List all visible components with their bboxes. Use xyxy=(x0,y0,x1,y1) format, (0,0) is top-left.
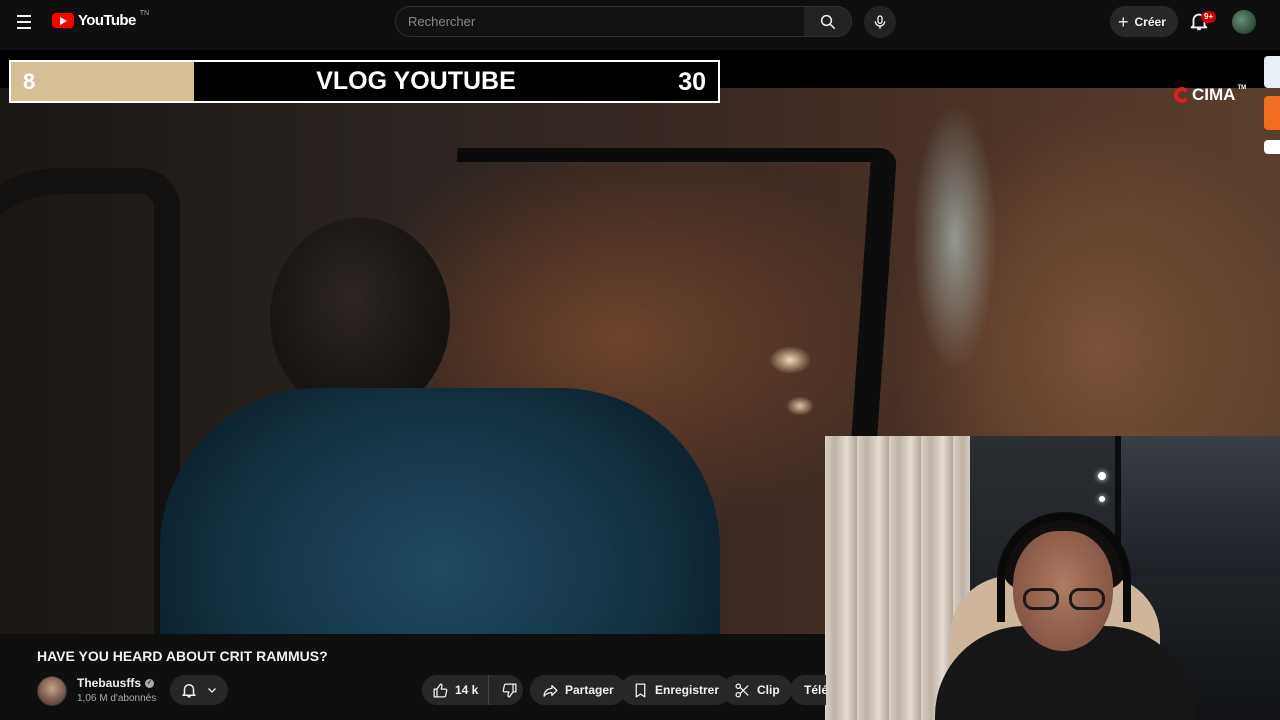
clip-label: Clip xyxy=(757,683,780,697)
bookmark-icon xyxy=(635,682,646,698)
like-count: 14 k xyxy=(455,683,479,697)
side-extension-tab[interactable] xyxy=(1264,56,1280,88)
save-button[interactable]: Enregistrer xyxy=(620,675,732,705)
logo-text: YouTube xyxy=(78,12,136,29)
thumbs-down-icon xyxy=(502,682,517,698)
cima-c-icon xyxy=(1174,87,1190,103)
search-input[interactable] xyxy=(408,14,804,29)
side-extension-tab[interactable] xyxy=(1264,140,1280,154)
webcam-overlay xyxy=(825,436,1280,720)
download-button[interactable]: Télécharger xyxy=(790,675,826,705)
top-bar: YouTube TN + Créer 9+ xyxy=(0,0,1280,44)
search-button[interactable] xyxy=(804,6,852,37)
bell-icon xyxy=(182,684,196,698)
cima-logo: CIMA TM xyxy=(1174,84,1246,106)
plus-icon: + xyxy=(1118,11,1129,32)
search-icon xyxy=(820,14,835,29)
like-button[interactable]: 14 k xyxy=(422,675,490,705)
notification-badge: 9+ xyxy=(1201,11,1217,23)
channel-avatar[interactable] xyxy=(37,676,67,706)
thumbs-up-icon xyxy=(433,682,448,698)
share-label: Partager xyxy=(565,683,614,697)
chevron-down-icon xyxy=(208,688,216,693)
subscriber-count: 1,06 M d'abonnés xyxy=(77,693,157,704)
hamburger-icon xyxy=(17,15,31,17)
channel-name: Thebausffs xyxy=(77,676,142,690)
verified-icon: ✓ xyxy=(145,678,155,688)
dislike-button[interactable] xyxy=(495,675,523,705)
youtube-logo[interactable]: YouTube TN xyxy=(52,10,150,29)
cima-brand-text: CIMA xyxy=(1192,85,1236,104)
cima-trademark: TM xyxy=(1237,85,1247,91)
vlog-overlay-bar: 8 VLOG YOUTUBE 30 xyxy=(9,60,720,103)
create-button[interactable]: + Créer xyxy=(1110,6,1178,37)
menu-button[interactable] xyxy=(10,8,38,36)
side-extension-tab[interactable] xyxy=(1264,96,1280,130)
share-button[interactable]: Partager xyxy=(530,675,626,705)
subscription-bell-button[interactable] xyxy=(170,675,228,705)
share-arrow-icon xyxy=(543,684,558,697)
save-label: Enregistrer xyxy=(655,683,720,697)
clip-button[interactable]: Clip xyxy=(722,675,792,705)
mic-icon xyxy=(874,15,886,29)
search-box xyxy=(395,6,805,37)
overlay-title: VLOG YOUTUBE xyxy=(316,67,516,95)
glasses xyxy=(1023,588,1105,610)
account-avatar[interactable] xyxy=(1232,10,1256,34)
youtube-play-icon xyxy=(52,13,74,28)
create-label: Créer xyxy=(1134,14,1166,29)
channel-name-link[interactable]: Thebausffs ✓ xyxy=(77,676,155,690)
like-dislike-group: 14 k xyxy=(422,675,523,705)
video-title: HAVE YOU HEARD ABOUT CRIT RAMMUS? xyxy=(37,648,328,664)
download-label: Télécharger xyxy=(804,683,826,697)
logo-country-code: TN xyxy=(139,10,150,17)
overlay-left-number: 8 xyxy=(11,62,194,101)
scissors-icon xyxy=(735,682,749,698)
voice-search-button[interactable] xyxy=(864,6,896,38)
overlay-right-number: 30 xyxy=(678,68,706,96)
